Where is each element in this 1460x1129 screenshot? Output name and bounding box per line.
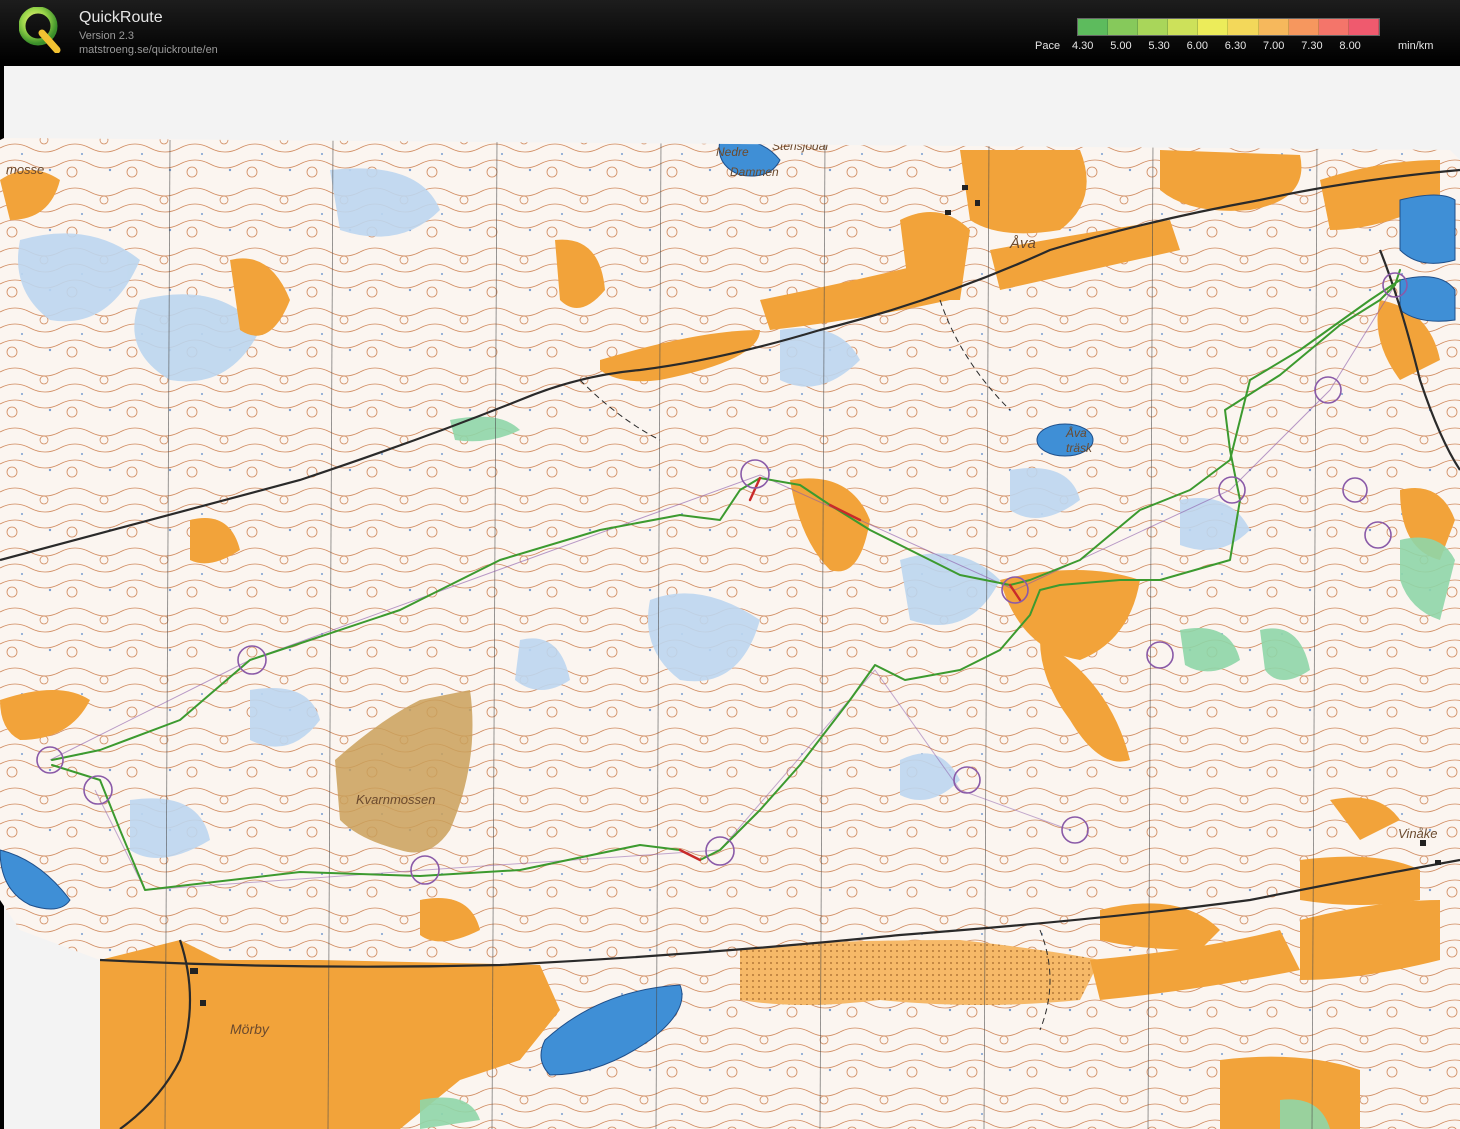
label-morby: Mörby xyxy=(230,1021,270,1037)
margin-phone-2: efon 88 64 96 xyxy=(0,1087,74,1101)
label-vinaker: Vinåke xyxy=(1398,826,1438,841)
label-stensjodal: Stensjödal xyxy=(772,139,828,153)
label-nedre: Nedre xyxy=(716,145,749,159)
margin-phone-1: on 46 30 28 xyxy=(0,1072,64,1086)
label-dammen: Dammen xyxy=(730,165,779,179)
label-ava-trask-1: Åva xyxy=(1065,425,1087,440)
label-ava-trask-2: träsk xyxy=(1066,441,1093,455)
map-margin xyxy=(0,940,100,1129)
orienteering-map[interactable]: mosse Nedre Stensjödal Dammen Åva Åva tr… xyxy=(0,0,1460,1129)
label-kvarnmossen: Kvarnmossen xyxy=(356,792,435,807)
label-mosse: mosse xyxy=(6,162,44,177)
map-sheet: mosse Nedre Stensjödal Dammen Åva Åva tr… xyxy=(0,138,1460,1129)
label-ava: Åva xyxy=(1009,235,1036,252)
